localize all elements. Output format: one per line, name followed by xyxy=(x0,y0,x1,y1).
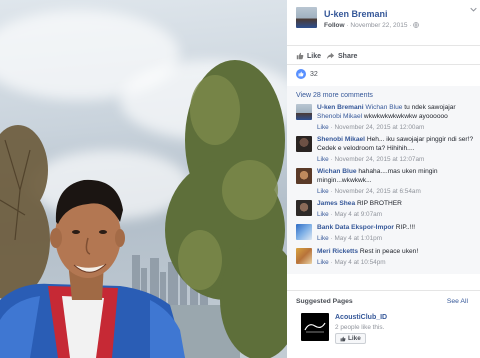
comment-like-link[interactable]: Like xyxy=(317,124,329,131)
mention-link[interactable]: Shenobi Mikael xyxy=(317,113,362,120)
meta-separator: · xyxy=(346,22,349,29)
view-more-comments-link[interactable]: View 28 more comments xyxy=(296,92,373,99)
page-like-label: Like xyxy=(348,335,361,342)
comment-text: Meri Ricketts Rest in peace uken! xyxy=(317,248,475,257)
comment-item: Meri Ricketts Rest in peace uken! Like ·… xyxy=(296,248,476,270)
page-like-button[interactable]: Like xyxy=(335,333,366,344)
comment-time[interactable]: November 24, 2015 at 12:00am xyxy=(334,124,424,131)
share-icon xyxy=(326,52,335,60)
mention-link[interactable]: Wichan Blue xyxy=(365,104,402,111)
actions-divider xyxy=(287,64,480,65)
commenter-name[interactable]: Meri Ricketts xyxy=(317,248,358,255)
follow-link[interactable]: Follow xyxy=(324,22,345,29)
comment-body: RIP..!!! xyxy=(395,224,416,231)
commenter-avatar[interactable] xyxy=(296,136,312,152)
commenter-avatar[interactable] xyxy=(296,168,312,184)
comment-time[interactable]: November 24, 2015 at 6:54am xyxy=(334,188,420,195)
footer-separator: · xyxy=(330,156,333,163)
comment-time[interactable]: May 4 at 10:54pm xyxy=(334,259,385,266)
share-button[interactable]: Share xyxy=(326,52,357,60)
comment-like-link[interactable]: Like xyxy=(317,259,329,266)
photo-scene xyxy=(0,60,287,358)
post-header: U-ken Bremani Follow · November 22, 2015… xyxy=(296,7,477,33)
thumbs-up-icon xyxy=(296,69,306,79)
comment-text: James Shea RIP BROTHER xyxy=(317,200,475,209)
post-photo[interactable] xyxy=(0,0,287,358)
suggested-pages-title: Suggested Pages xyxy=(296,298,353,305)
commenter-name[interactable]: Bank Data Ekspor-Impor xyxy=(317,224,394,231)
author-avatar[interactable] xyxy=(296,7,317,28)
post-date[interactable]: November 22, 2015 xyxy=(350,22,407,29)
suggested-divider xyxy=(287,290,480,291)
comment-time[interactable]: May 4 at 9:07am xyxy=(334,211,382,218)
acousticlub-logo-icon xyxy=(304,322,326,333)
meta-separator: · xyxy=(409,22,412,29)
comment-text: U-ken Bremani Wichan Blue tu ndek sawoja… xyxy=(317,104,475,121)
commenter-avatar[interactable] xyxy=(296,104,312,120)
comment-item: James Shea RIP BROTHER Like · May 4 at 9… xyxy=(296,200,476,222)
footer-separator: · xyxy=(330,259,333,266)
comment-item: Shenobi Mikael Heh... iku sawojajar ping… xyxy=(296,136,476,166)
comment-footer: Like · November 24, 2015 at 12:07am xyxy=(317,156,424,163)
comment-body: tu ndek sawojajar xyxy=(402,104,456,111)
comment-body: Rest in peace uken! xyxy=(359,248,419,255)
see-all-link[interactable]: See All xyxy=(447,298,468,305)
footer-separator: · xyxy=(330,188,333,195)
comment-footer: Like · November 24, 2015 at 6:54am xyxy=(317,188,421,195)
comment-body: RIP BROTHER xyxy=(356,200,402,207)
comment-text: Bank Data Ekspor-Impor RIP..!!! xyxy=(317,224,475,233)
reaction-summary[interactable]: 32 xyxy=(296,69,318,79)
suggested-page-item: AcoustiClub_ID 2 people like this. Like xyxy=(301,313,471,347)
header-divider xyxy=(287,45,480,46)
comment-footer: Like · November 24, 2015 at 12:00am xyxy=(317,124,424,131)
comment-item: Bank Data Ekspor-Impor RIP..!!! Like · M… xyxy=(296,224,476,246)
footer-separator: · xyxy=(330,124,333,131)
comment-footer: Like · May 4 at 9:07am xyxy=(317,211,382,218)
commenter-name[interactable]: Shenobi Mikael xyxy=(317,136,365,143)
suggested-page-likes: 2 people like this. xyxy=(335,324,385,331)
share-label: Share xyxy=(338,52,358,60)
suggested-page-name[interactable]: AcoustiClub_ID xyxy=(335,314,387,321)
comment-time[interactable]: November 24, 2015 at 12:07am xyxy=(334,156,424,163)
thumbs-up-icon xyxy=(296,52,304,60)
comment-body: wkwkwkwkwkwkw ayoooooo xyxy=(362,112,448,120)
like-button[interactable]: Like xyxy=(296,52,321,60)
commenter-avatar[interactable] xyxy=(296,224,312,240)
thumbs-up-icon xyxy=(340,336,346,341)
like-label: Like xyxy=(307,52,322,60)
commenter-avatar[interactable] xyxy=(296,248,312,264)
post-author-name[interactable]: U-ken Bremani xyxy=(324,9,388,19)
comment-text: Wichan Blue hahaha....mas uken mingin mi… xyxy=(317,168,475,185)
reaction-count: 32 xyxy=(310,70,318,78)
comment-like-link[interactable]: Like xyxy=(317,188,329,195)
comment-like-link[interactable]: Like xyxy=(317,156,329,163)
post-side-panel: U-ken Bremani Follow · November 22, 2015… xyxy=(287,0,480,358)
comment-like-link[interactable]: Like xyxy=(317,211,329,218)
comment-footer: Like · May 4 at 10:54pm xyxy=(317,259,386,266)
comment-footer: Like · May 4 at 1:01pm xyxy=(317,235,382,242)
page-logo[interactable] xyxy=(301,313,329,341)
comment-like-link[interactable]: Like xyxy=(317,235,329,242)
comment-text: Shenobi Mikael Heh... iku sawojajar ping… xyxy=(317,136,475,153)
commenter-name[interactable]: Wichan Blue xyxy=(317,168,357,175)
globe-icon xyxy=(413,22,420,28)
footer-separator: · xyxy=(330,211,333,218)
comment-item: U-ken Bremani Wichan Blue tu ndek sawoja… xyxy=(296,104,476,136)
commenter-avatar[interactable] xyxy=(296,200,312,216)
chevron-down-icon[interactable] xyxy=(470,7,477,12)
footer-separator: · xyxy=(330,235,333,242)
post-meta: Follow · November 22, 2015 · xyxy=(324,22,420,29)
commenter-name[interactable]: U-ken Bremani xyxy=(317,104,364,111)
commenter-name[interactable]: James Shea xyxy=(317,200,355,207)
comment-time[interactable]: May 4 at 1:01pm xyxy=(334,235,382,242)
comment-item: Wichan Blue hahaha....mas uken mingin mi… xyxy=(296,168,476,198)
